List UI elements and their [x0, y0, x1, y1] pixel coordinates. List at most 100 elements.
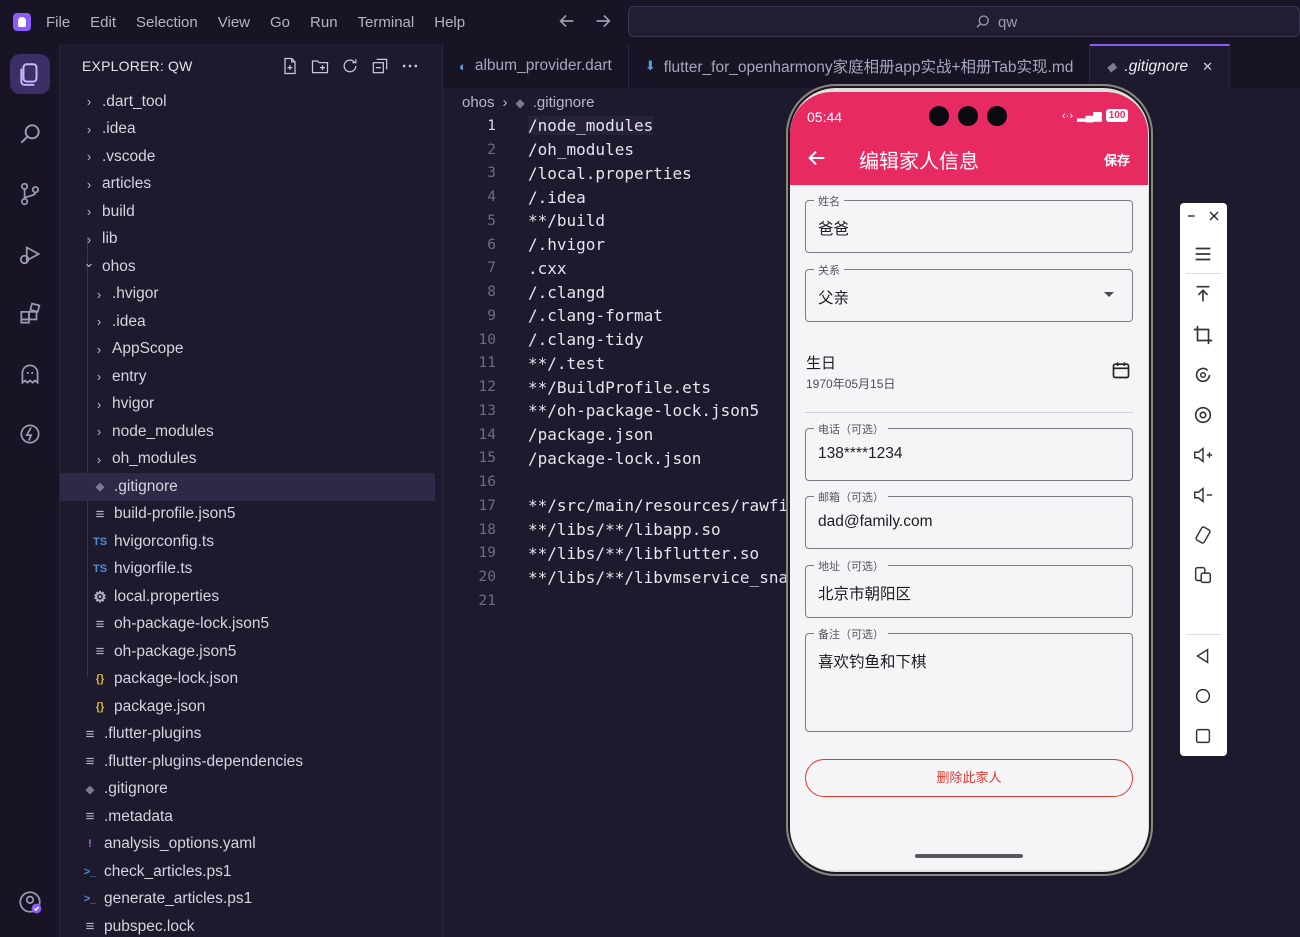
note-field[interactable]: 备注（可选） 喜欢钓鱼和下棋	[805, 626, 1133, 732]
tab-label: flutter_for_openharmony家庭相册app实战+相册Tab实现…	[663, 59, 1074, 76]
line-number: 10	[478, 331, 496, 348]
tree-folder[interactable]: › .hvigor	[60, 281, 443, 309]
line-number: 20	[478, 569, 496, 586]
menu-item[interactable]: Go	[270, 14, 290, 31]
tree-folder[interactable]: › node_modules	[60, 418, 443, 446]
tree-file[interactable]: TS hvigorfile.ts	[60, 556, 443, 584]
account-icon[interactable]	[10, 882, 50, 922]
tree-item-label: hvigor	[112, 395, 155, 413]
command-center-search[interactable]: qw	[628, 6, 1300, 37]
menu-item[interactable]: Selection	[136, 14, 198, 31]
delete-button[interactable]: 删除此家人	[805, 759, 1133, 797]
tree-folder[interactable]: › AppScope	[60, 336, 443, 364]
volume-up-icon[interactable]	[1192, 444, 1214, 466]
back-arrow-icon[interactable]	[806, 147, 828, 169]
remote-explorer-icon[interactable]	[10, 414, 50, 454]
forward-arrow-icon[interactable]	[592, 10, 614, 32]
menu-icon[interactable]	[1192, 243, 1214, 265]
more-icon[interactable]	[400, 56, 420, 76]
breadcrumb-file[interactable]: .gitignore	[533, 94, 595, 111]
screenshot-icon[interactable]	[1192, 404, 1214, 426]
editor-tab[interactable]: ⬇ flutter_for_openharmony家庭相册app实战+相册Tab实…	[629, 44, 1091, 88]
tree-folder[interactable]: › .vscode	[60, 143, 443, 171]
menu-item[interactable]: Run	[310, 14, 338, 31]
breadcrumb-folder[interactable]: ohos	[462, 94, 495, 111]
editor-tabs: ◐ album_provider.dart ⬇ flutter_for_openhar…	[443, 44, 1300, 88]
back-arrow-icon[interactable]	[556, 10, 578, 32]
phone-field[interactable]: 电话（可选） 138****1234	[805, 421, 1133, 481]
rotate-icon[interactable]	[1192, 364, 1214, 386]
tree-folder[interactable]: ⌄ ohos	[60, 253, 443, 281]
tree-folder[interactable]: › entry	[60, 363, 443, 391]
tree-folder[interactable]: › .idea	[60, 116, 443, 144]
new-folder-icon[interactable]	[310, 56, 330, 76]
source-control-icon[interactable]	[10, 174, 50, 214]
tree-file[interactable]: ≡ .flutter-plugins	[60, 721, 443, 749]
crop-icon[interactable]	[1192, 324, 1214, 346]
menu-item[interactable]: Help	[434, 14, 465, 31]
extensions-icon[interactable]	[10, 294, 50, 334]
home-indicator[interactable]	[915, 854, 1023, 858]
menu-item[interactable]: Edit	[90, 14, 116, 31]
run-debug-icon[interactable]	[10, 234, 50, 274]
tree-file[interactable]: ≡ build-profile.json5	[60, 501, 443, 529]
calendar-icon[interactable]	[1111, 360, 1131, 380]
nav-home-icon[interactable]	[1192, 685, 1214, 707]
menu-item[interactable]: File	[46, 14, 70, 31]
collapse-all-icon[interactable]	[370, 56, 390, 76]
fold-icon[interactable]	[1192, 564, 1214, 586]
editor-tab[interactable]: ◐ album_provider.dart	[443, 44, 629, 88]
minimize-icon[interactable]	[1184, 208, 1200, 224]
tree-file[interactable]: TS hvigorconfig.ts	[60, 528, 443, 556]
tree-folder[interactable]: › hvigor	[60, 391, 443, 419]
tree-file[interactable]: ≡ oh-package.json5	[60, 638, 443, 666]
tree-file[interactable]: ≡ .flutter-plugins-dependencies	[60, 748, 443, 776]
chevron-right-icon: ›	[96, 341, 102, 357]
nav-back-icon[interactable]	[1192, 645, 1214, 667]
tree-file[interactable]: ◆ .gitignore	[60, 473, 435, 501]
name-field[interactable]: 姓名 爸爸	[805, 193, 1133, 253]
tree-file[interactable]: >_ generate_articles.ps1	[60, 886, 443, 914]
tree-file[interactable]: {} package.json	[60, 693, 443, 721]
pin-top-icon[interactable]	[1192, 283, 1214, 305]
tree-item-label: .flutter-plugins	[104, 725, 202, 743]
relation-dropdown[interactable]: 关系 父亲	[805, 262, 1133, 322]
tree-file[interactable]: ≡ pubspec.lock	[60, 913, 443, 937]
explorer-icon[interactable]	[10, 54, 50, 94]
menu-item[interactable]: View	[218, 14, 250, 31]
nav-recent-icon[interactable]	[1192, 725, 1214, 747]
search-sidebar-icon[interactable]	[10, 114, 50, 154]
save-button[interactable]: 保存	[1104, 150, 1130, 169]
code-line: 19 **/libs/**/libflutter.so	[443, 542, 788, 566]
menu-item[interactable]: Terminal	[358, 14, 415, 31]
tree-folder[interactable]: › .idea	[60, 308, 443, 336]
code-line: 1/node_modules	[443, 114, 788, 138]
address-field[interactable]: 地址（可选） 北京市朝阳区	[805, 558, 1133, 618]
code-area[interactable]: 1/node_modules 2/oh_modules 3/local.proper…	[443, 114, 788, 613]
editor-tab[interactable]: ◆ .gitignore ✕	[1090, 44, 1231, 88]
tree-file[interactable]: ⚙ local.properties	[60, 583, 443, 611]
tree-folder[interactable]: › articles	[60, 171, 443, 199]
tree-file[interactable]: ≡ oh-package-lock.json5	[60, 611, 443, 639]
tree-folder[interactable]: › build	[60, 198, 443, 226]
tree-folder[interactable]: › .dart_tool	[60, 88, 443, 116]
close-icon[interactable]	[1206, 208, 1222, 224]
close-icon[interactable]: ✕	[1202, 59, 1213, 75]
tree-file[interactable]: {} package-lock.json	[60, 666, 443, 694]
email-field[interactable]: 邮箱（可选） dad@family.com	[805, 489, 1133, 549]
rotate-device-icon[interactable]	[1192, 524, 1214, 546]
tree-file[interactable]: >_ check_articles.ps1	[60, 858, 443, 886]
birthday-value[interactable]: 1970年05月15日	[806, 375, 895, 392]
tree-file[interactable]: ! analysis_options.yaml	[60, 831, 443, 859]
tree-item-label: build	[102, 202, 135, 220]
tree-folder[interactable]: › lib	[60, 226, 443, 254]
tree-item-label: .gitignore	[104, 780, 168, 798]
volume-down-icon[interactable]	[1192, 484, 1214, 506]
ghost-icon[interactable]	[10, 354, 50, 394]
refresh-icon[interactable]	[340, 56, 360, 76]
tree-file[interactable]: ≡ .metadata	[60, 803, 443, 831]
tree-folder[interactable]: › oh_modules	[60, 446, 443, 474]
tree-item-label: generate_articles.ps1	[104, 890, 253, 908]
new-file-icon[interactable]	[280, 56, 300, 76]
tree-file[interactable]: ◆ .gitignore	[60, 776, 443, 804]
